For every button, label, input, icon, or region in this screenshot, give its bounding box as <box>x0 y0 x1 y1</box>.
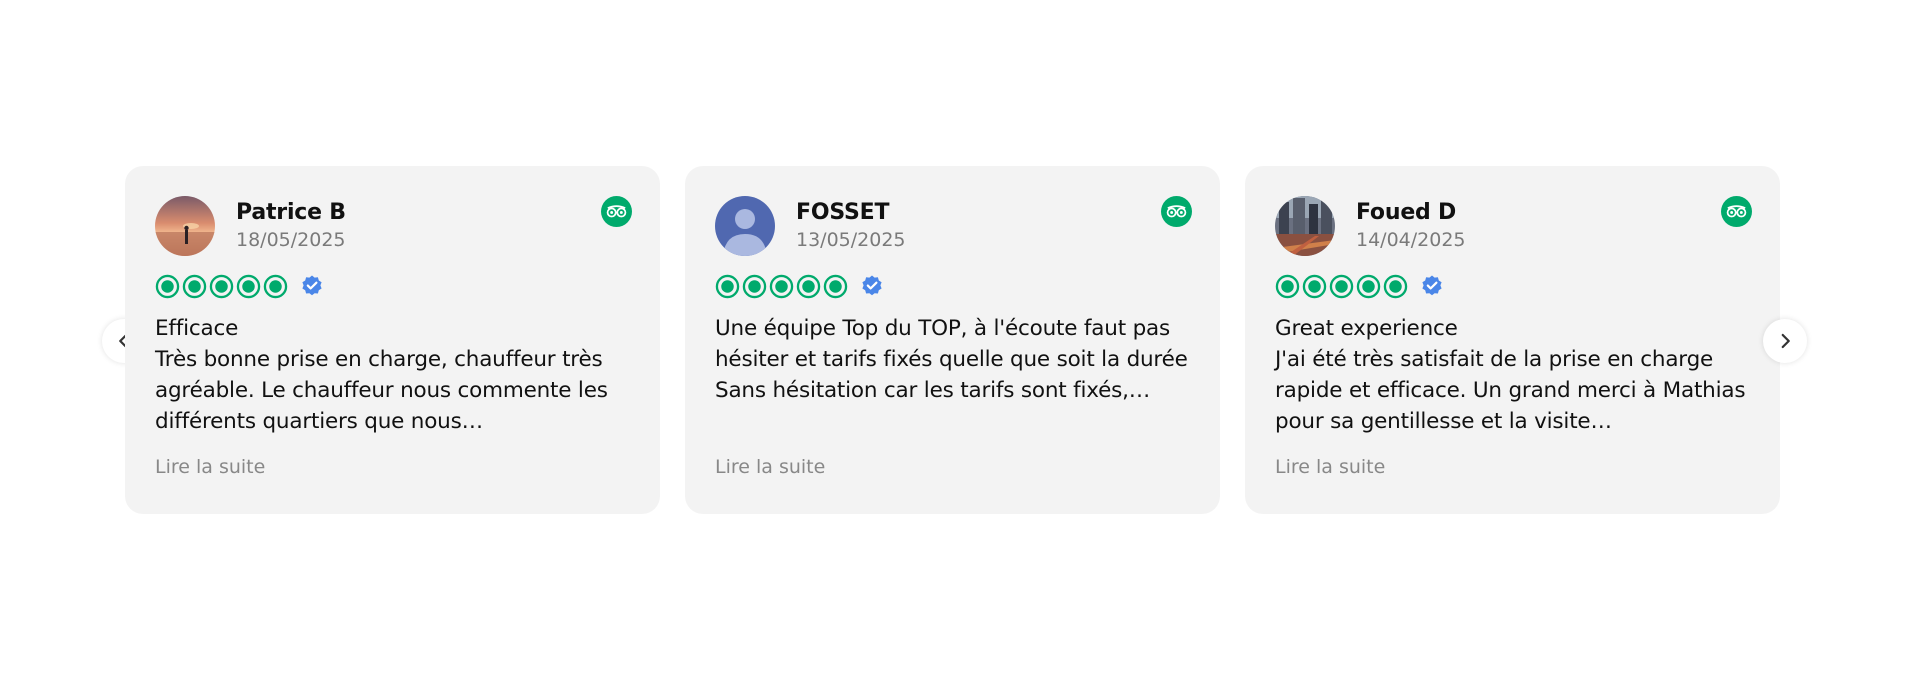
rating-bubble-icon <box>263 274 288 299</box>
review-card: FOSSET 13/05/2025 Une équipe Top du TOP,… <box>685 166 1220 514</box>
rating-bubble-icon <box>1356 274 1381 299</box>
read-more-link[interactable]: Lire la suite <box>715 456 825 478</box>
reviewer-name: Patrice B <box>236 200 346 225</box>
rating-bubble-icon <box>1329 274 1354 299</box>
tripadvisor-icon <box>1721 196 1752 227</box>
avatar <box>155 196 215 256</box>
review-card: Foued D 14/04/2025 Great experience J'ai… <box>1245 166 1780 514</box>
tripadvisor-icon <box>1161 196 1192 227</box>
rating-bubbles <box>155 272 324 300</box>
rating-bubbles <box>1275 272 1444 300</box>
carousel-next-button[interactable] <box>1763 319 1807 363</box>
read-more-link[interactable]: Lire la suite <box>155 456 265 478</box>
rating-bubble-icon <box>236 274 261 299</box>
rating-bubble-icon <box>1275 274 1300 299</box>
rating-bubble-icon <box>715 274 740 299</box>
read-more-link[interactable]: Lire la suite <box>1275 456 1385 478</box>
rating-bubble-icon <box>182 274 207 299</box>
tripadvisor-icon <box>601 196 632 227</box>
avatar <box>715 196 775 256</box>
rating-bubble-icon <box>742 274 767 299</box>
rating-bubble-icon <box>1383 274 1408 299</box>
rating-bubble-icon <box>823 274 848 299</box>
review-date: 13/05/2025 <box>796 229 906 251</box>
review-date: 18/05/2025 <box>236 229 346 251</box>
verified-check-icon <box>1420 274 1444 298</box>
reviewer-name: Foued D <box>1356 200 1457 225</box>
avatar <box>1275 196 1335 256</box>
verified-check-icon <box>860 274 884 298</box>
verified-check-icon <box>300 274 324 298</box>
reviewer-name: FOSSET <box>796 200 890 225</box>
reviews-carousel: Patrice B 18/05/2025 Efficace Très bonne… <box>0 0 1920 677</box>
rating-bubble-icon <box>769 274 794 299</box>
review-text: Une équipe Top du TOP, à l'écoute faut p… <box>715 316 1188 403</box>
review-text: Efficace Très bonne prise en charge, cha… <box>155 316 608 434</box>
review-date: 14/04/2025 <box>1356 229 1466 251</box>
rating-bubble-icon <box>209 274 234 299</box>
rating-bubble-icon <box>155 274 180 299</box>
chevron-right-icon <box>1781 333 1790 349</box>
review-card: Patrice B 18/05/2025 Efficace Très bonne… <box>125 166 660 514</box>
rating-bubble-icon <box>1302 274 1327 299</box>
review-text: Great experience J'ai été très satisfait… <box>1275 316 1746 434</box>
rating-bubbles <box>715 272 884 300</box>
rating-bubble-icon <box>796 274 821 299</box>
